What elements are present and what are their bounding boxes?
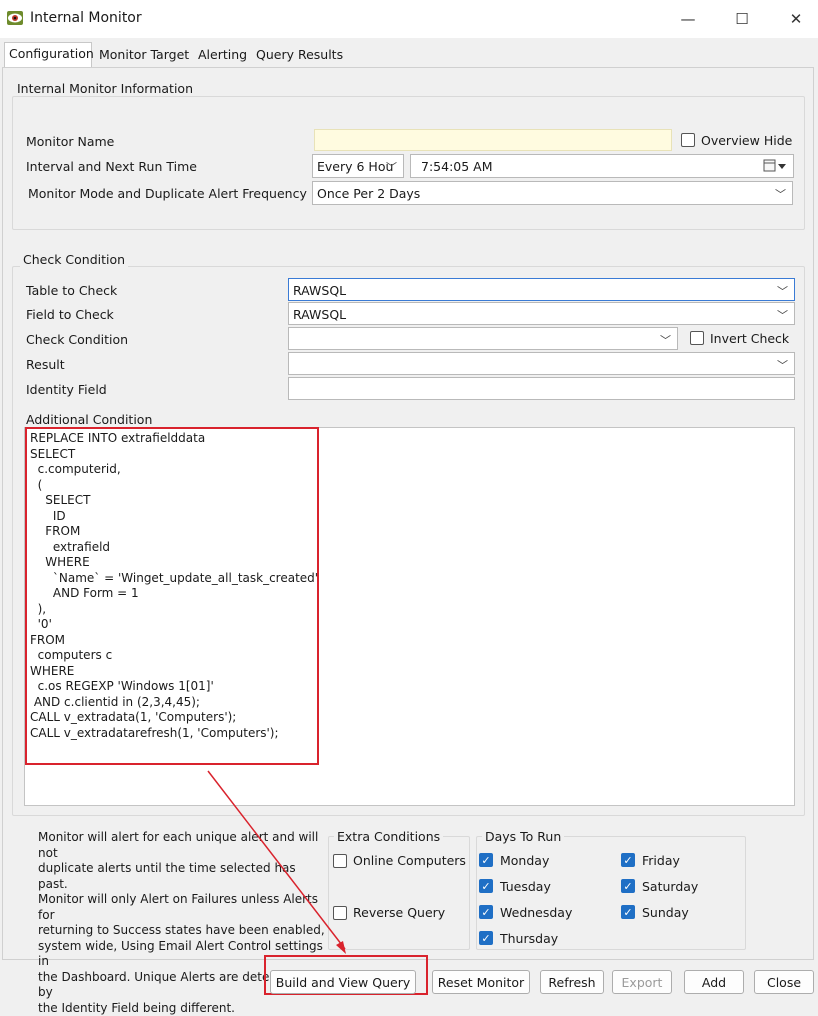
close-window-button[interactable]: ✕ bbox=[774, 6, 818, 32]
wednesday-checkbox[interactable]: ✓ bbox=[479, 905, 493, 919]
tab-label: Alerting bbox=[198, 47, 247, 62]
interval-value: Every 6 Hou bbox=[317, 159, 393, 174]
monitor-name-label: Monitor Name bbox=[26, 134, 114, 149]
friday-label: Friday bbox=[642, 853, 680, 868]
mode-label: Monitor Mode and Duplicate Alert Frequen… bbox=[28, 186, 307, 201]
saturday-checkbox[interactable]: ✓ bbox=[621, 879, 635, 893]
maximize-icon: ☐ bbox=[735, 10, 748, 28]
wednesday-label: Wednesday bbox=[500, 905, 572, 920]
check-condition-label: Check Condition bbox=[26, 332, 128, 347]
field-to-check-value: RAWSQL bbox=[293, 307, 346, 322]
table-to-check-value: RAWSQL bbox=[293, 283, 346, 298]
check-condition-select[interactable]: ﹀ bbox=[288, 327, 678, 350]
overview-hide-label: Overview Hide bbox=[701, 133, 792, 148]
tuesday-checkbox[interactable]: ✓ bbox=[479, 879, 493, 893]
add-button[interactable]: Add bbox=[684, 970, 744, 994]
tab-query-results[interactable]: Query Results bbox=[252, 44, 347, 68]
invert-check-checkbox[interactable] bbox=[690, 331, 704, 345]
minimize-button[interactable]: — bbox=[666, 6, 710, 32]
days-to-run-group-label: Days To Run bbox=[482, 829, 564, 844]
next-run-datetime-picker[interactable]: 7:54:05 AM bbox=[410, 154, 794, 178]
monday-checkbox[interactable]: ✓ bbox=[479, 853, 493, 867]
invert-check-label: Invert Check bbox=[710, 331, 789, 346]
overview-hide-checkbox[interactable] bbox=[681, 133, 695, 147]
reset-monitor-button[interactable]: Reset Monitor bbox=[432, 970, 530, 994]
thursday-label: Thursday bbox=[500, 931, 558, 946]
mode-value: Once Per 2 Days bbox=[317, 186, 420, 201]
tab-label: Configuration bbox=[9, 46, 94, 61]
sunday-checkbox[interactable]: ✓ bbox=[621, 905, 635, 919]
tab-label: Query Results bbox=[256, 47, 343, 62]
result-label: Result bbox=[26, 357, 65, 372]
minimize-icon: — bbox=[681, 10, 696, 28]
table-to-check-label: Table to Check bbox=[26, 283, 117, 298]
next-run-value: 7:54:05 AM bbox=[421, 159, 493, 174]
red-arrow-annotation bbox=[200, 765, 360, 960]
monitor-name-input[interactable] bbox=[314, 129, 672, 151]
thursday-checkbox[interactable]: ✓ bbox=[479, 931, 493, 945]
sql-highlight-box bbox=[25, 427, 319, 765]
additional-condition-label: Additional Condition bbox=[26, 412, 152, 427]
chevron-down-icon: ﹀ bbox=[660, 332, 671, 348]
app-eye-icon bbox=[6, 10, 24, 26]
result-select[interactable]: ﹀ bbox=[288, 352, 795, 375]
window-title: Internal Monitor bbox=[30, 10, 142, 26]
close-icon: ✕ bbox=[790, 10, 803, 28]
friday-checkbox[interactable]: ✓ bbox=[621, 853, 635, 867]
close-button[interactable]: Close bbox=[754, 970, 814, 994]
mode-select[interactable]: Once Per 2 Days ﹀ bbox=[312, 181, 793, 205]
interval-select[interactable]: Every 6 Hou ﹀ bbox=[312, 154, 404, 178]
chevron-down-icon: ﹀ bbox=[775, 186, 786, 202]
table-to-check-select[interactable]: RAWSQL ﹀ bbox=[288, 278, 795, 301]
monday-label: Monday bbox=[500, 853, 549, 868]
tab-alerting[interactable]: Alerting bbox=[194, 44, 251, 68]
check-condition-group-label: Check Condition bbox=[20, 252, 128, 267]
tuesday-label: Tuesday bbox=[500, 879, 551, 894]
tab-monitor-target[interactable]: Monitor Target bbox=[95, 44, 193, 68]
chevron-down-icon: ﹀ bbox=[777, 357, 788, 373]
sunday-label: Sunday bbox=[642, 905, 689, 920]
chevron-down-icon: ﹀ bbox=[777, 307, 788, 323]
monitor-info-group-label: Internal Monitor Information bbox=[14, 81, 196, 96]
maximize-button[interactable]: ☐ bbox=[720, 6, 764, 32]
build-and-view-query-button[interactable]: Build and View Query bbox=[270, 970, 416, 994]
online-computers-label: Online Computers bbox=[353, 853, 466, 868]
notice-line: the Identity Field being different. bbox=[38, 1001, 328, 1016]
calendar-dropdown-icon[interactable] bbox=[763, 159, 787, 176]
field-to-check-select[interactable]: RAWSQL ﹀ bbox=[288, 302, 795, 325]
export-button[interactable]: Export bbox=[612, 970, 672, 994]
tab-configuration[interactable]: Configuration bbox=[4, 42, 92, 68]
chevron-down-icon: ﹀ bbox=[386, 159, 397, 175]
field-to-check-label: Field to Check bbox=[26, 307, 114, 322]
refresh-button[interactable]: Refresh bbox=[540, 970, 604, 994]
identity-field-label: Identity Field bbox=[26, 382, 107, 397]
saturday-label: Saturday bbox=[642, 879, 698, 894]
chevron-down-icon: ﹀ bbox=[777, 283, 788, 299]
interval-label: Interval and Next Run Time bbox=[26, 159, 197, 174]
tab-label: Monitor Target bbox=[99, 47, 189, 62]
reverse-query-label: Reverse Query bbox=[353, 905, 445, 920]
identity-field-input[interactable] bbox=[288, 377, 795, 400]
